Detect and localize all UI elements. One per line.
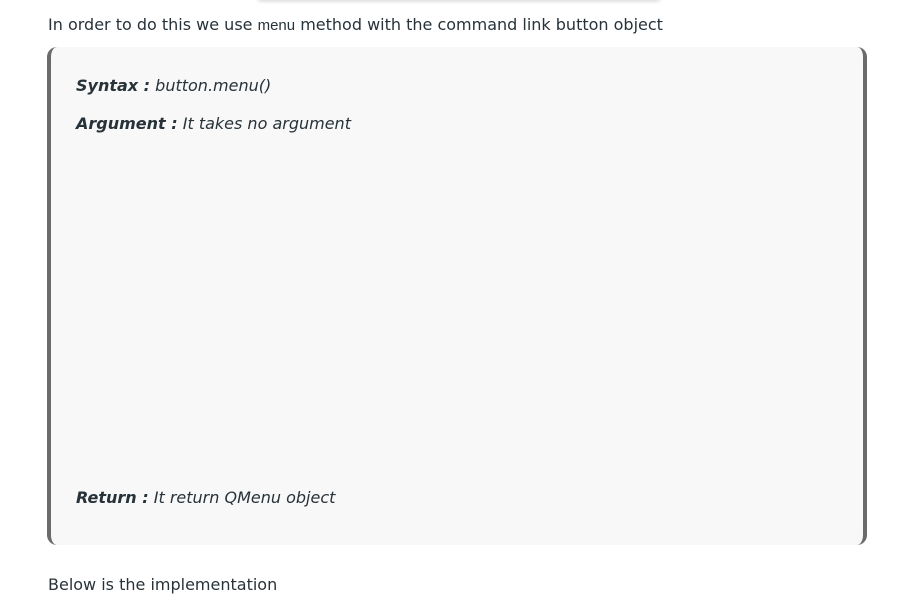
intro-text-after: method with the command link button obje… bbox=[295, 15, 663, 34]
implementation-intro-text: Below is the implementation bbox=[48, 575, 278, 594]
info-note-box: Syntax : button.menu() Argument : It tak… bbox=[47, 47, 867, 545]
return-value: It return QMenu object bbox=[148, 488, 336, 507]
syntax-value: button.menu() bbox=[150, 76, 272, 95]
intro-paragraph: In order to do this we use menu method w… bbox=[48, 14, 663, 37]
argument-label: Argument : bbox=[76, 114, 178, 133]
return-line: Return : It return QMenu object bbox=[76, 487, 335, 509]
intro-text-before: In order to do this we use bbox=[48, 15, 258, 34]
syntax-line: Syntax : button.menu() bbox=[76, 75, 271, 97]
argument-value: It takes no argument bbox=[177, 114, 351, 133]
syntax-label: Syntax : bbox=[76, 76, 151, 95]
inline-code-menu: menu bbox=[257, 17, 296, 34]
return-label: Return : bbox=[76, 488, 149, 507]
argument-line: Argument : It takes no argument bbox=[76, 113, 351, 135]
